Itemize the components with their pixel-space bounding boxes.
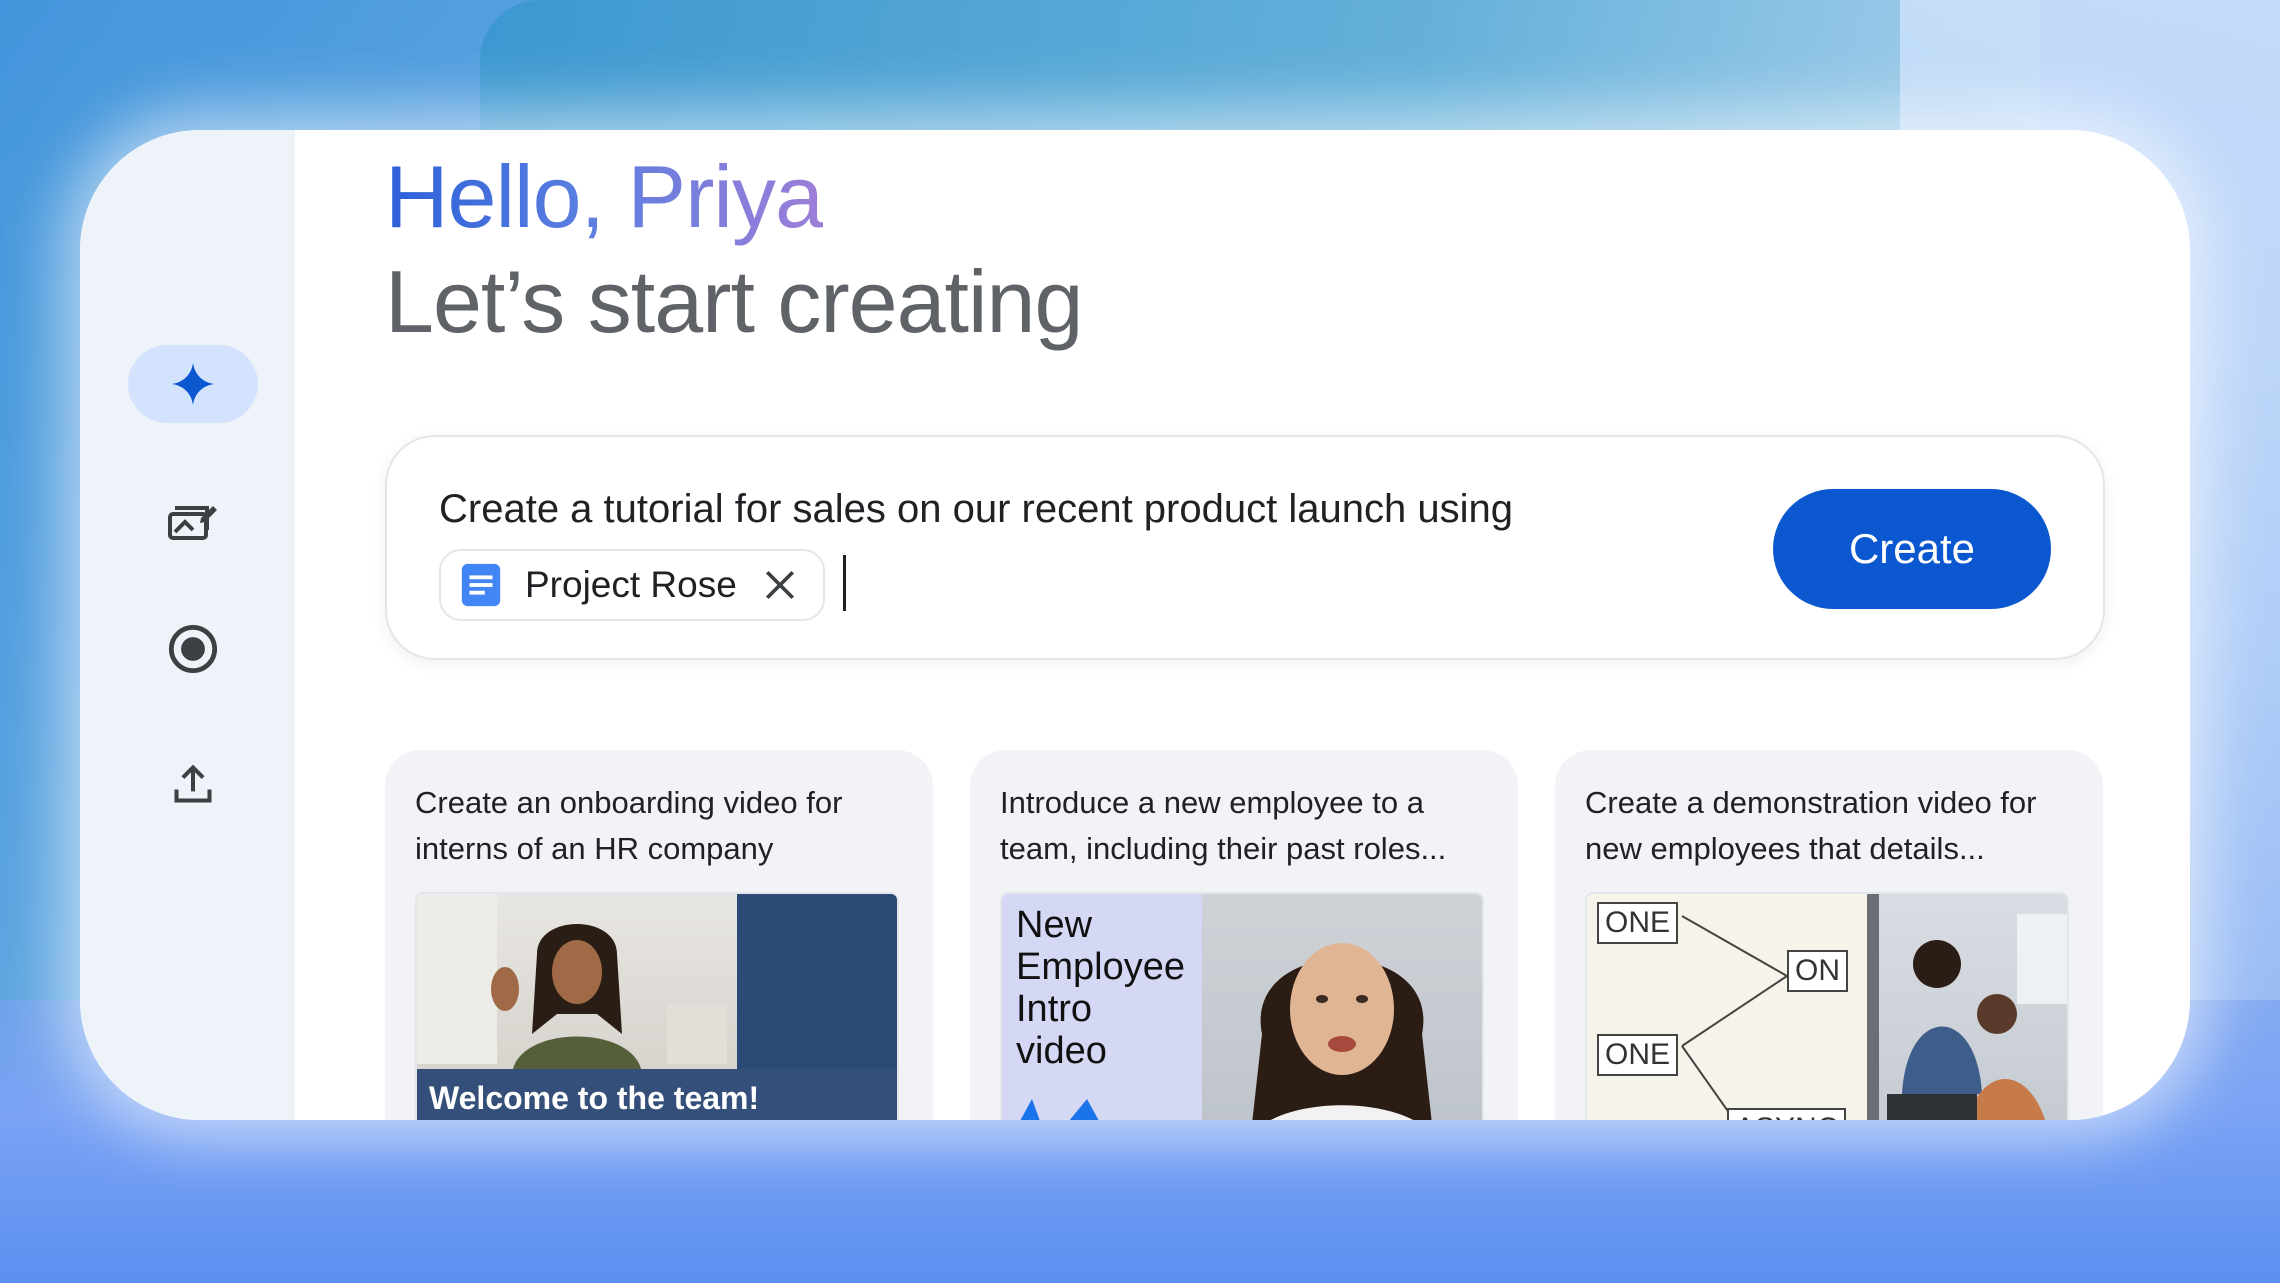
create-button[interactable]: Create: [1773, 489, 2051, 609]
suggestion-card-demonstration[interactable]: Create a demonstration video for new emp…: [1555, 750, 2103, 1120]
chip-label: Project Rose: [525, 564, 737, 605]
thumbnail-photo: [1867, 894, 2067, 1120]
card-thumbnail: New Employee Intro video: [1000, 892, 1484, 1120]
person-illustration: [1252, 943, 1432, 1120]
diagram-node: ON: [1787, 950, 1848, 992]
sidebar-item-create[interactable]: [128, 345, 258, 423]
diagram-node: ASYNC: [1727, 1108, 1847, 1120]
diagram-node: ONE: [1597, 902, 1679, 944]
record-icon: [168, 624, 218, 674]
sidebar-item-record[interactable]: [130, 610, 256, 688]
card-title: Create an onboarding video for interns o…: [415, 785, 843, 866]
sidebar: [80, 130, 295, 1120]
attachment-chip[interactable]: Project Rose: [439, 549, 825, 621]
card-thumbnail: Welcome to the team!: [415, 892, 899, 1120]
suggestion-card-introduce[interactable]: Introduce a new employee to a team, incl…: [970, 750, 1518, 1120]
card-thumbnail: ONE ON ONE ASYNC: [1585, 892, 2069, 1120]
gallery-edit-icon: [168, 506, 217, 540]
google-docs-icon: [461, 563, 501, 607]
greeting-title: Hello, Priya: [385, 140, 824, 254]
thumbnail-title-panel: New Employee Intro video: [1002, 894, 1202, 1120]
prompt-text[interactable]: Create a tutorial for sales on our recen…: [439, 487, 1513, 532]
sparkle-icon: [171, 362, 215, 406]
upload-icon: [174, 764, 212, 803]
people-illustration: [1867, 894, 2067, 1120]
card-title: Introduce a new employee to a team, incl…: [1000, 785, 1447, 866]
page-subtitle: Let’s start creating: [385, 252, 1083, 351]
thumbnail-photo: [1202, 894, 1482, 1120]
diagram-node: ONE: [1597, 1034, 1679, 1076]
prompt-input-box[interactable]: Create a tutorial for sales on our recen…: [385, 435, 2105, 660]
close-icon[interactable]: [763, 568, 797, 602]
thumbnail-caption: Welcome to the team!: [429, 1080, 760, 1116]
diagram-panel: ONE ON ONE ASYNC: [1587, 894, 1867, 1120]
text-caret: [843, 555, 846, 611]
suggestion-card-onboarding[interactable]: Create an onboarding video for interns o…: [385, 750, 933, 1120]
sidebar-item-upload[interactable]: [130, 745, 256, 823]
card-title: Create a demonstration video for new emp…: [1585, 785, 2037, 866]
sidebar-item-gallery[interactable]: [130, 483, 256, 561]
app-window: Hello, Priya Let’s start creating Create…: [80, 130, 2190, 1120]
play-arrows-icon: [1020, 1099, 1099, 1120]
